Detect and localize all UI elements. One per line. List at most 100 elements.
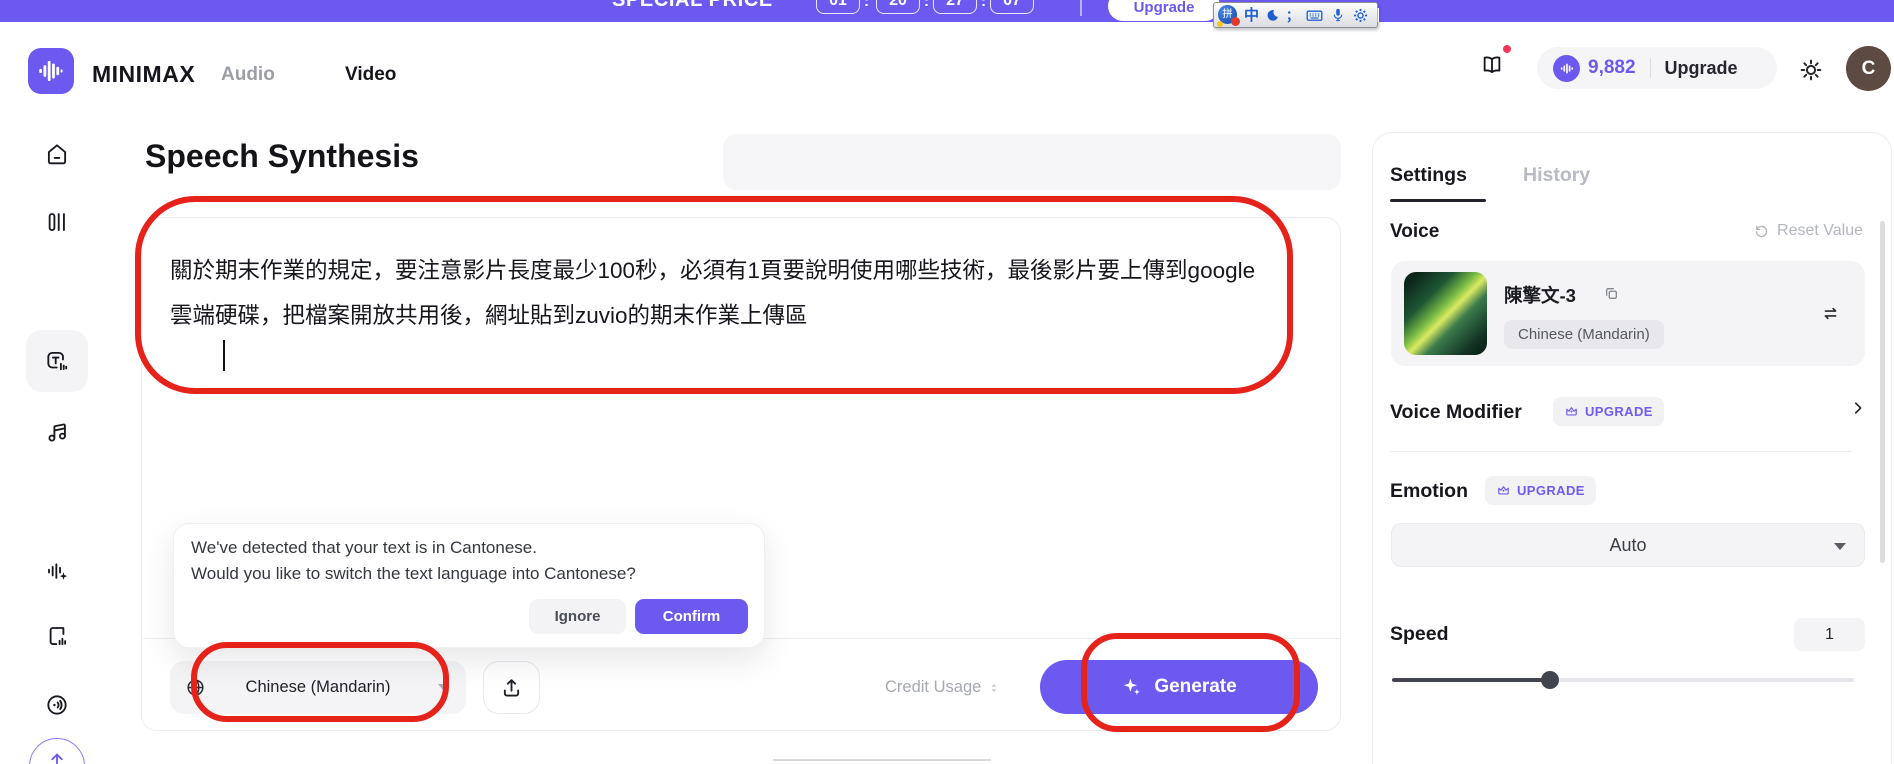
speed-label: Speed xyxy=(1390,623,1449,646)
countdown-minutes: 20 xyxy=(876,0,920,14)
minimax-audio-app: SPECIAL PRICE 01 : 20 : 27 : 07 Upgrade … xyxy=(0,0,1894,764)
editor-text-line: 雲端硬碟，把檔案開放共用後，網址貼到zuvio的期末作業上傳區 xyxy=(170,298,808,330)
broadcast-icon xyxy=(44,692,70,718)
half-moon-icon[interactable] xyxy=(1265,8,1280,23)
theme-toggle[interactable] xyxy=(1797,56,1825,84)
upload-icon xyxy=(499,675,524,700)
tab-history[interactable]: History xyxy=(1523,164,1590,187)
speed-slider-fill xyxy=(1392,678,1550,682)
dialog-text-line2: Would you like to switch the text langua… xyxy=(191,564,636,584)
sort-arrows-icon xyxy=(987,680,1001,696)
voice-modifier-upgrade-badge[interactable]: UPGRADE xyxy=(1553,397,1664,426)
sogou-logo-icon[interactable]: 拼 xyxy=(1218,5,1238,25)
ime-toolbar[interactable]: 拼 中 ； xyxy=(1213,2,1378,28)
sidebar-item-audiobook[interactable] xyxy=(44,623,70,649)
nav-tab-audio[interactable]: Audio xyxy=(221,64,275,86)
tab-settings[interactable]: Settings xyxy=(1390,164,1467,187)
special-price-label: SPECIAL PRICE xyxy=(612,0,773,12)
voice-avatar-art xyxy=(1404,272,1487,355)
speed-slider-thumb[interactable] xyxy=(1541,671,1559,689)
countdown-hours: 01 xyxy=(816,0,860,14)
panel-divider xyxy=(1390,451,1852,452)
dialog-text-line1: We've detected that your text is in Cant… xyxy=(191,538,537,558)
scroll-top-button[interactable] xyxy=(29,738,85,764)
microphone-icon[interactable] xyxy=(1330,6,1346,24)
generate-label: Generate xyxy=(1154,676,1236,698)
settings-panel: Settings History Voice Reset Value 陳擎文-3… xyxy=(1372,132,1892,764)
sidebar-item-voice-effects[interactable] xyxy=(44,558,70,584)
sidebar-item-music[interactable] xyxy=(44,419,70,445)
sparkle-icon xyxy=(1121,676,1144,699)
upgrade-badge-label: UPGRADE xyxy=(1585,404,1653,419)
speech-text-editor[interactable]: 關於期末作業的規定，要注意影片長度最少100秒，必須有1頁要說明使用哪些技術，最… xyxy=(141,217,1341,731)
sidebar-item-home[interactable] xyxy=(44,141,70,167)
scroll-top-icon xyxy=(46,749,68,764)
waveform-logo-icon xyxy=(36,56,66,86)
active-tab-underline xyxy=(1390,199,1486,202)
voice-card[interactable]: 陳擎文-3 Chinese (Mandarin) xyxy=(1391,261,1865,366)
countdown-colon: : xyxy=(864,0,869,10)
emotion-select[interactable]: Auto xyxy=(1391,523,1865,567)
voice-language-tag: Chinese (Mandarin) xyxy=(1504,320,1664,349)
credit-usage-toggle[interactable]: Credit Usage xyxy=(885,661,1001,714)
ignore-button[interactable]: Ignore xyxy=(529,599,626,634)
emotion-value: Auto xyxy=(1392,524,1864,566)
language-value: Chinese (Mandarin) xyxy=(170,661,466,714)
voice-name: 陳擎文-3 xyxy=(1504,282,1576,308)
keyboard-icon[interactable] xyxy=(1305,6,1324,25)
brand-name: MINIMAX xyxy=(92,61,195,88)
crown-icon xyxy=(1496,483,1511,498)
swap-voice-icon[interactable] xyxy=(1820,303,1841,324)
gear-icon[interactable] xyxy=(1352,7,1369,24)
countdown-colon: : xyxy=(981,0,986,10)
voice-effects-icon xyxy=(44,558,70,584)
reset-value-label: Reset Value xyxy=(1777,222,1863,240)
credits-pill[interactable]: 9,882 Upgrade xyxy=(1537,47,1777,89)
credit-usage-label: Credit Usage xyxy=(885,678,981,697)
panel-scrollbar[interactable] xyxy=(1880,221,1885,563)
upgrade-link[interactable]: Upgrade xyxy=(1665,58,1738,79)
sidebar-item-text-to-speech[interactable] xyxy=(44,348,70,374)
notification-dot xyxy=(1503,45,1511,53)
language-chevron-icon xyxy=(438,684,448,690)
ime-punctuation-button[interactable]: ； xyxy=(1286,9,1299,22)
voice-modifier-chevron-icon[interactable] xyxy=(1849,399,1867,417)
emotion-upgrade-badge[interactable]: UPGRADE xyxy=(1485,476,1596,505)
minimax-logo[interactable] xyxy=(28,48,74,94)
generate-button[interactable]: Generate xyxy=(1040,660,1318,714)
pill-divider xyxy=(1650,58,1651,78)
speed-value[interactable]: 1 xyxy=(1794,618,1865,651)
promo-upgrade-button[interactable]: Upgrade xyxy=(1108,0,1220,21)
credits-count: 9,882 xyxy=(1588,57,1636,79)
audiobook-icon xyxy=(44,623,70,649)
book-icon xyxy=(1479,52,1505,78)
confirm-button[interactable]: Confirm xyxy=(635,599,748,634)
upload-button[interactable] xyxy=(483,661,540,714)
copy-icon[interactable] xyxy=(1603,285,1620,302)
editor-text-line: 關於期末作業的規定，要注意影片長度最少100秒，必須有1頁要說明使用哪些技術，最… xyxy=(170,253,1255,285)
voice-section-label: Voice xyxy=(1390,221,1439,243)
upgrade-badge-label: UPGRADE xyxy=(1517,483,1585,498)
countdown-colon: : xyxy=(924,0,929,10)
text-language-selector[interactable]: Chinese (Mandarin) xyxy=(170,661,466,714)
model-selector[interactable]: Model speech-2.6-hd xyxy=(723,134,1341,190)
sun-icon xyxy=(1797,56,1825,84)
nav-tab-video[interactable]: Video xyxy=(345,64,396,86)
reset-value-button[interactable]: Reset Value xyxy=(1753,222,1863,240)
music-icon xyxy=(44,419,70,445)
section-divider xyxy=(773,759,991,761)
avatar[interactable]: C xyxy=(1846,46,1891,91)
sidebar-item-broadcast[interactable] xyxy=(44,692,70,718)
home-icon xyxy=(44,141,70,167)
chevron-down-icon xyxy=(1834,543,1846,550)
page-title: Speech Synthesis xyxy=(145,138,419,175)
ime-chinese-mode-button[interactable]: 中 xyxy=(1244,8,1259,23)
reset-icon xyxy=(1753,223,1770,240)
sidebar-item-dubbing[interactable] xyxy=(44,209,70,235)
promo-divider xyxy=(1080,0,1082,16)
ime-handle[interactable] xyxy=(1377,8,1379,22)
dubbing-icon xyxy=(44,209,70,235)
text-cursor xyxy=(223,340,225,371)
countdown-seconds: 27 xyxy=(933,0,977,14)
text-to-speech-icon xyxy=(44,348,70,374)
